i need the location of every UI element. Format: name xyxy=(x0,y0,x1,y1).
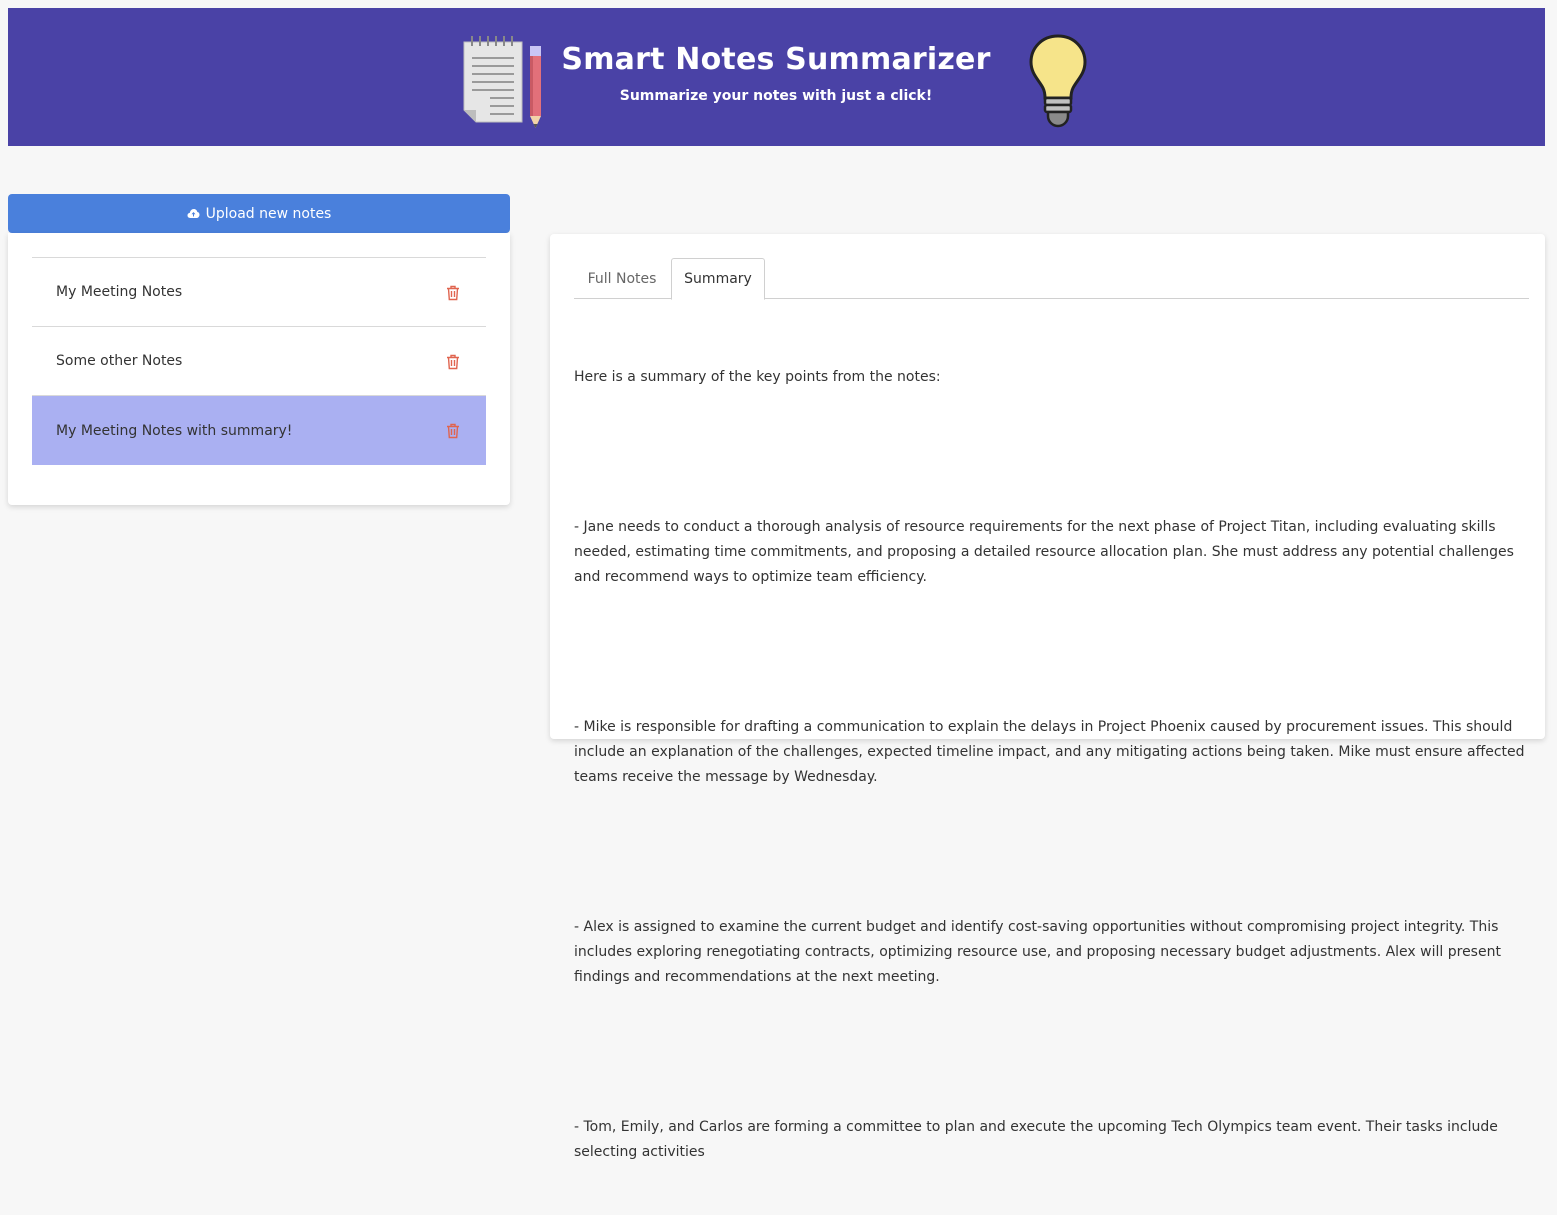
notes-list: My Meeting Notes Some other Notes My Mee… xyxy=(32,257,486,465)
note-item-some-other-notes[interactable]: Some other Notes xyxy=(32,327,486,396)
trash-icon[interactable] xyxy=(446,423,460,439)
summary-paragraph: - Alex is assigned to examine the curren… xyxy=(574,919,1506,985)
notes-panel: My Meeting Notes Some other Notes My Mee… xyxy=(8,233,510,505)
trash-icon[interactable] xyxy=(446,285,460,301)
lightbulb-icon xyxy=(1029,34,1087,128)
note-title: My Meeting Notes with summary! xyxy=(56,422,293,439)
note-item-my-meeting-notes-with-summary[interactable]: My Meeting Notes with summary! xyxy=(32,396,486,465)
note-item-my-meeting-notes[interactable]: My Meeting Notes xyxy=(32,258,486,327)
tab-summary[interactable]: Summary xyxy=(671,258,765,300)
upload-notes-button[interactable]: Upload new notes xyxy=(8,194,510,233)
tab-bar: Full Notes Summary xyxy=(574,258,1529,300)
summary-paragraph: Here is a summary of the key points from… xyxy=(574,369,941,385)
summary-paragraph: - Mike is responsible for drafting a com… xyxy=(574,719,1529,785)
app-title: Smart Notes Summarizer xyxy=(561,42,991,77)
app-header: Smart Notes Summarizer Summarize your no… xyxy=(8,8,1545,146)
note-title: My Meeting Notes xyxy=(56,284,183,300)
trash-icon[interactable] xyxy=(446,354,460,370)
app-subtitle: Summarize your notes with just a click! xyxy=(619,88,933,104)
notepad-pencil-icon xyxy=(463,36,541,128)
upload-notes-label: Upload new notes xyxy=(205,205,332,222)
note-title: Some other Notes xyxy=(56,353,183,369)
summary-paragraph: - Jane needs to conduct a thorough analy… xyxy=(574,519,1519,585)
summary-paragraph: - Tom, Emily, and Carlos are forming a c… xyxy=(574,1119,1503,1160)
tab-full-notes[interactable]: Full Notes xyxy=(574,258,670,299)
cloud-upload-icon xyxy=(187,209,200,218)
summary-text: Here is a summary of the key points from… xyxy=(574,315,1529,1215)
content-panel: Full Notes Summary Here is a summary of … xyxy=(550,234,1545,1160)
